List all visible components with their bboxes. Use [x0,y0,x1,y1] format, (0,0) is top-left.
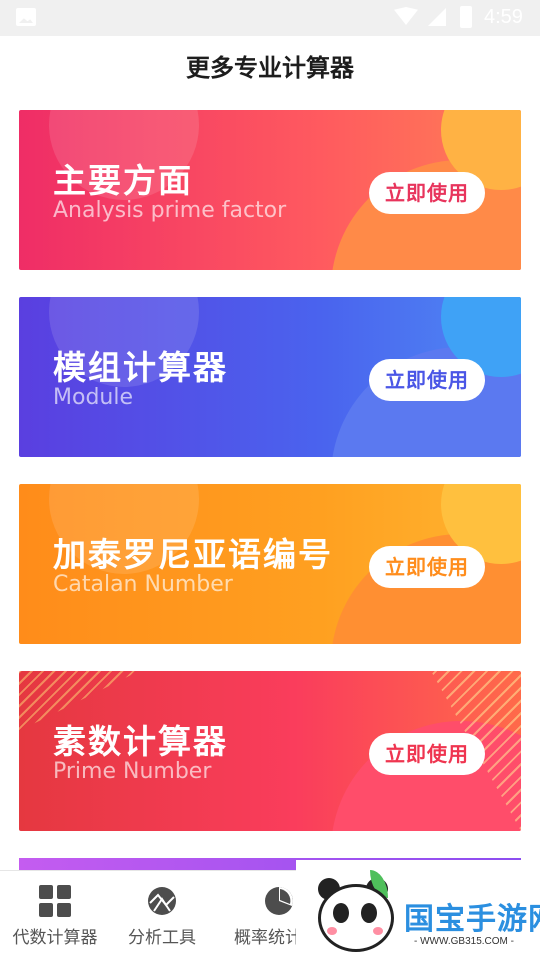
panda-eye [361,903,377,923]
watermark-url: - WWW.GB315.COM - [414,936,514,947]
use-now-button[interactable]: 立即使用 [369,172,485,214]
tab-analysis-tools[interactable]: 分析工具 [107,871,217,961]
watermark-logo: 国宝手游网 - WWW.GB315.COM - [296,860,540,960]
panda-cheek [373,927,383,935]
card-subtitle: Module [53,385,133,410]
use-now-button[interactable]: 立即使用 [369,733,485,775]
panda-eye [333,903,349,923]
card-title: 模组计算器 [53,348,228,387]
watermark-brand: 国宝手游网 [404,902,540,937]
tab-label: 代数计算器 [12,928,98,948]
panda-icon [318,884,394,952]
calculator-grid-icon [39,885,71,917]
analysis-globe-icon [148,887,176,915]
card-prime-number[interactable]: 素数计算器 Prime Number 立即使用 [19,671,521,831]
wifi-icon [394,7,418,25]
card-subtitle: Prime Number [53,759,212,784]
card-title: 素数计算器 [53,722,228,761]
status-bar: 4:59 [0,0,540,36]
card-title: 主要方面 [53,161,193,200]
page-title: 更多专业计算器 [186,54,354,82]
use-now-button[interactable]: 立即使用 [369,546,485,588]
panda-cheek [327,927,337,935]
card-title: 加泰罗尼亚语编号 [53,535,333,574]
tab-algebra-calculator[interactable]: 代数计算器 [0,871,110,961]
card-module-calculator[interactable]: 模组计算器 Module 立即使用 [19,297,521,457]
battery-icon [460,6,472,28]
pie-chart-icon [265,887,293,915]
card-subtitle: Catalan Number [53,572,233,597]
status-time: 4:59 [484,6,523,28]
tab-label: 分析工具 [128,928,196,948]
use-now-button[interactable]: 立即使用 [369,359,485,401]
card-prime-factor[interactable]: 主要方面 Analysis prime factor 立即使用 [19,110,521,270]
card-subtitle: Analysis prime factor [53,198,287,223]
signal-icon [428,8,446,26]
card-catalan-number[interactable]: 加泰罗尼亚语编号 Catalan Number 立即使用 [19,484,521,644]
image-icon [16,8,36,26]
